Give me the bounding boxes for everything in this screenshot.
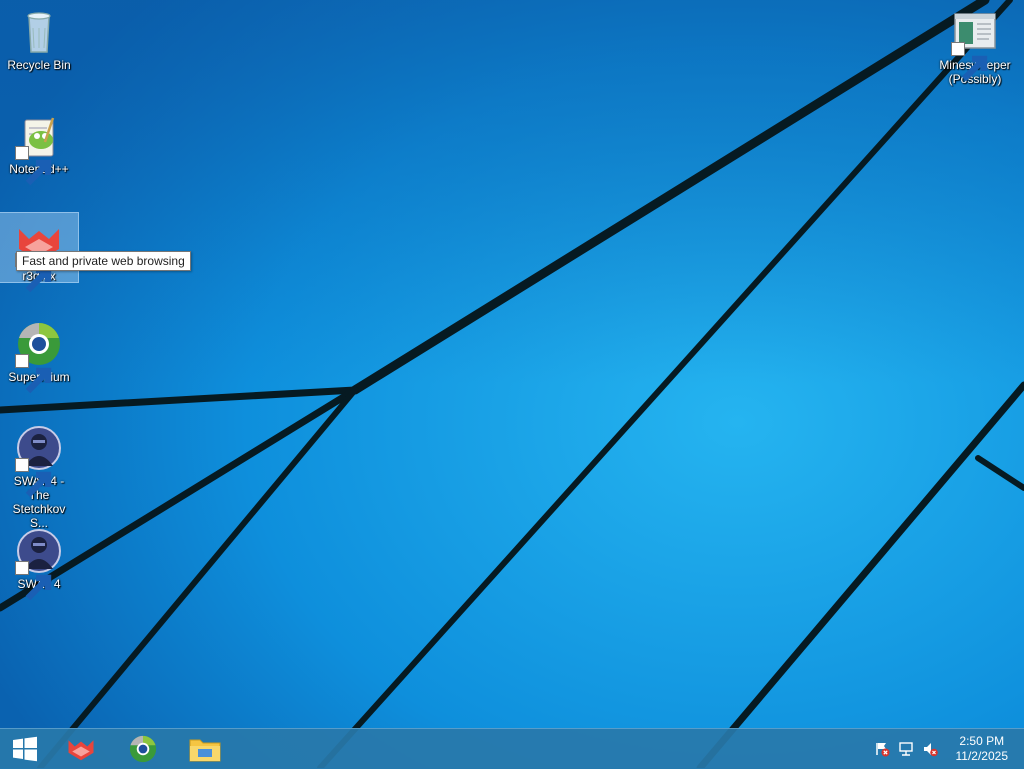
taskbar-clock[interactable]: 2:50 PM 11/2/2025 bbox=[956, 734, 1009, 764]
taskbar-file-explorer-button[interactable] bbox=[180, 729, 230, 769]
start-button[interactable] bbox=[0, 729, 50, 769]
shortcut-arrow-icon bbox=[15, 458, 52, 498]
action-center-flag-icon[interactable] bbox=[874, 741, 890, 757]
desktop-wallpaper bbox=[0, 0, 1024, 768]
swat4-icon bbox=[15, 527, 63, 601]
supermium-icon bbox=[129, 735, 157, 763]
shortcut-arrow-icon bbox=[951, 42, 988, 82]
desktop-icon-label: Recycle Bin bbox=[7, 58, 71, 72]
minesweeper-icon bbox=[951, 8, 999, 82]
desktop-icon-recycle-bin[interactable]: Recycle Bin bbox=[0, 2, 78, 72]
clock-date: 11/2/2025 bbox=[955, 749, 1009, 763]
recycle-bin-icon bbox=[15, 8, 63, 56]
notepadpp-icon bbox=[15, 112, 63, 186]
shortcut-arrow-icon bbox=[15, 146, 52, 186]
folder-icon bbox=[189, 739, 221, 762]
windows-logo-icon bbox=[13, 736, 37, 762]
supermium-icon bbox=[15, 320, 63, 394]
desktop-icon-swat4-stetchkov[interactable]: SWAT 4 - The Stetchkov S... bbox=[0, 418, 78, 530]
desktop-icon-notepadpp[interactable]: Notepad++ bbox=[0, 106, 78, 186]
desktop-icon-swat4[interactable]: SWAT 4 bbox=[0, 521, 78, 601]
tooltip: Fast and private web browsing bbox=[16, 251, 191, 271]
swat4-stetchkov-icon bbox=[15, 424, 63, 498]
taskbar: 2:50 PM 11/2/2025 bbox=[0, 728, 1024, 769]
shortcut-arrow-icon bbox=[15, 354, 52, 394]
desktop-icon-r3dfox[interactable]: r3dfox bbox=[0, 212, 79, 293]
desktop-icon-supermium[interactable]: Supermium bbox=[0, 314, 78, 394]
desktop-icon-minesweeper[interactable]: Minesweeper (Possibly) bbox=[936, 2, 1014, 86]
volume-muted-icon[interactable] bbox=[922, 741, 938, 757]
shortcut-arrow-icon bbox=[15, 561, 52, 601]
r3dfox-icon bbox=[68, 740, 94, 761]
network-icon[interactable] bbox=[898, 741, 914, 757]
taskbar-r3dfox-button[interactable] bbox=[56, 729, 106, 769]
clock-time: 2:50 PM bbox=[959, 734, 1005, 748]
taskbar-supermium-button[interactable] bbox=[118, 729, 168, 769]
